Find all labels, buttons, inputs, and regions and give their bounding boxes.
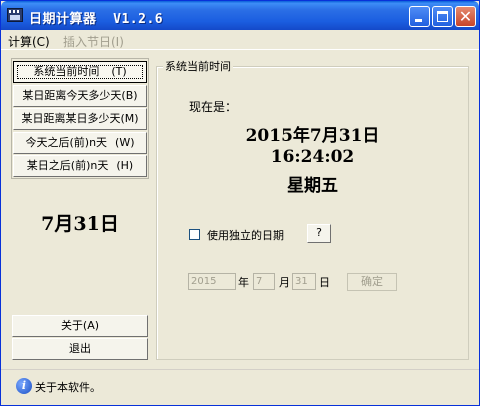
close-icon: ✕ <box>458 7 473 26</box>
info-icon: i <box>16 378 32 394</box>
current-time-shortcut: (T) <box>111 65 127 78</box>
status-bar: i 关于本软件。 <box>1 369 479 406</box>
help-button[interactable]: ? <box>307 224 331 243</box>
ok-button[interactable]: 确定 <box>347 273 397 291</box>
days-between-shortcut: (M) <box>120 112 139 125</box>
month-field[interactable]: 7 <box>253 273 275 290</box>
day-unit: 日 <box>319 276 330 289</box>
title-bar[interactable]: 日期计算器 V1.2.6 ✕ <box>1 1 479 30</box>
year-field[interactable]: 2015 <box>188 273 236 290</box>
window-title: 日期计算器 V1.2.6 <box>29 12 164 27</box>
app-icon <box>7 8 23 22</box>
today-date-display: 7月31日 <box>41 213 119 235</box>
status-text: 关于本软件。 <box>35 381 101 394</box>
independent-date-checkbox[interactable] <box>189 229 200 240</box>
today-offset-label: 今天之后(前)n天 <box>25 136 108 149</box>
independent-date-label: 使用独立的日期 <box>207 229 284 242</box>
close-button[interactable]: ✕ <box>455 6 476 27</box>
maximize-icon <box>437 11 448 22</box>
current-time-label: 系统当前时间 <box>33 65 100 78</box>
minimize-icon <box>415 19 422 22</box>
year-unit: 年 <box>238 276 249 289</box>
function-button-group: 系统当前时间 (T) 某日距离今天多少天(B) 某日距离某日多少天(M) 今天之后… <box>11 58 149 179</box>
days-between-label: 某日距离某日多少天 <box>21 112 121 125</box>
days-between-button[interactable]: 某日距离某日多少天(M) <box>13 108 147 130</box>
current-time-button[interactable]: 系统当前时间 (T) <box>13 61 147 83</box>
now-label: 现在是： <box>189 100 238 114</box>
month-unit: 月 <box>279 276 290 289</box>
day-field[interactable]: 31 <box>292 273 316 290</box>
menu-divider <box>1 49 479 50</box>
group-title: 系统当前时间 <box>163 58 233 74</box>
current-time: 16:24:02 <box>270 147 355 167</box>
exit-button[interactable]: 退出 <box>12 338 148 360</box>
today-offset-shortcut: (W) <box>115 136 135 149</box>
days-to-today-label: 某日距离今天多少天 <box>22 89 122 102</box>
date-offset-label: 某日之后(前)n天 <box>26 159 109 172</box>
current-date: 2015年7月31日 <box>245 126 380 146</box>
menu-insert-holiday[interactable]: 插入节日(I) <box>63 33 124 50</box>
about-button[interactable]: 关于(A) <box>12 315 148 337</box>
days-to-today-shortcut: (B) <box>121 89 138 102</box>
days-to-today-button[interactable]: 某日距离今天多少天(B) <box>13 85 147 107</box>
current-weekday: 星期五 <box>287 176 338 196</box>
today-offset-button[interactable]: 今天之后(前)n天 (W) <box>13 132 147 154</box>
maximize-button[interactable] <box>432 6 453 27</box>
minimize-button[interactable] <box>409 6 430 27</box>
menu-calc[interactable]: 计算(C) <box>8 33 50 50</box>
main-window: 日期计算器 V1.2.6 ✕ 计算(C) 插入节日(I) 系统当前时间 (T) 某… <box>0 0 480 406</box>
date-offset-shortcut: (H) <box>116 159 134 172</box>
menu-bar: 计算(C) 插入节日(I) <box>1 30 479 50</box>
date-offset-button[interactable]: 某日之后(前)n天 (H) <box>13 155 147 177</box>
